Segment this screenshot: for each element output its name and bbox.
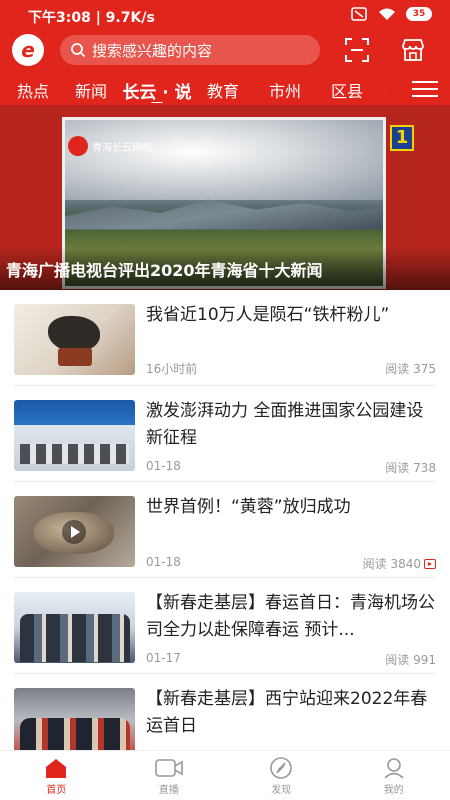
list-item[interactable]: 世界首例！“黄蓉”放归成功 01-18 阅读 3840 <box>14 482 436 578</box>
news-reads: 阅读 991 <box>385 653 436 667</box>
compass-icon <box>270 757 293 779</box>
top-bar: 下午3:08 | 9.7K/s 35 e 搜索感兴趣的内容 热点 新闻 长云 ·… <box>0 0 450 105</box>
news-headline: 【新春走基层】春运首日：青海机场公司全力以赴保障春运 预计... <box>146 593 435 640</box>
tab-education[interactable]: 教育 <box>192 72 254 102</box>
list-item[interactable]: 【新春走基层】春运首日：青海机场公司全力以赴保障春运 预计... 01-17 阅… <box>14 578 436 674</box>
news-thumbnail <box>14 688 135 759</box>
list-item[interactable]: 我省近10万人是陨石“铁杆粉儿” 16小时前 阅读 375 <box>14 290 436 386</box>
search-placeholder: 搜索感兴趣的内容 <box>92 41 213 60</box>
news-reads: 阅读 3840 <box>362 557 421 571</box>
nav-discover-label: 发现 <box>271 785 292 796</box>
tab-hot[interactable]: 热点 <box>6 72 60 102</box>
app-header: e 搜索感兴趣的内容 <box>0 30 450 70</box>
banner-brand: 青海长云网络 <box>68 135 188 157</box>
tab-city[interactable]: 市州 <box>254 72 316 102</box>
store-icon[interactable] <box>400 37 426 63</box>
video-icon <box>424 559 436 569</box>
news-time: 16小时前 <box>146 362 198 376</box>
search-icon <box>71 43 86 58</box>
nav-live-label: 直播 <box>158 785 179 796</box>
list-item[interactable]: 激发澎湃动力 全面推进国家公园建设新征程 01-18 阅读 738 <box>14 386 436 482</box>
brand-logo-icon <box>68 136 88 156</box>
bottom-nav: 首页 直播 发现 我的 <box>0 750 450 800</box>
news-headline: 【新春走基层】西宁站迎来2022年春运首日 <box>146 689 428 736</box>
nav-discover[interactable]: 发现 <box>225 751 338 800</box>
news-time: 01-18 <box>146 555 181 569</box>
banner-brand-label: 青海长云网络 <box>92 142 152 154</box>
news-thumbnail <box>14 400 135 471</box>
sim-icon <box>351 7 367 21</box>
home-icon <box>46 759 67 778</box>
news-thumbnail <box>14 592 135 663</box>
status-bar: 下午3:08 | 9.7K/s 35 <box>0 0 450 30</box>
news-headline: 我省近10万人是陨石“铁杆粉儿” <box>146 305 390 325</box>
app-logo[interactable]: e <box>12 34 44 66</box>
news-reads: 阅读 375 <box>385 362 436 376</box>
nav-home[interactable]: 首页 <box>0 751 113 800</box>
nav-live[interactable]: 直播 <box>113 751 226 800</box>
news-meta: 01-18 阅读 3840 <box>146 555 436 572</box>
news-time: 01-17 <box>146 651 181 665</box>
nav-profile[interactable]: 我的 <box>338 751 450 800</box>
battery-icon: 35 <box>406 7 432 21</box>
news-headline: 激发澎湃动力 全面推进国家公园建设新征程 <box>146 401 424 448</box>
news-list: 我省近10万人是陨石“铁杆粉儿” 16小时前 阅读 375 激发澎湃动力 全面推… <box>0 290 450 770</box>
profile-icon <box>384 758 404 779</box>
banner-title: 青海广播电视台评出2020年青海省十大新闻 <box>6 261 323 280</box>
news-thumbnail <box>14 304 135 375</box>
status-time: 下午3:08 | 9.7K/s <box>28 10 155 26</box>
news-reads-wrap: 阅读 3840 <box>363 555 436 572</box>
nav-profile-label: 我的 <box>383 785 404 796</box>
menu-icon[interactable] <box>400 72 450 105</box>
news-meta: 01-17 阅读 991 <box>146 651 436 667</box>
news-thumbnail <box>14 496 135 567</box>
search-input[interactable]: 搜索感兴趣的内容 <box>60 35 320 65</box>
channel-tabs: 热点 新闻 长云 · 说 教育 市州 区县 <box>0 72 450 105</box>
banner-carousel[interactable]: 青海长云网络 1 青海广播电视台评出2020年青海省十大新闻 <box>0 105 450 290</box>
news-meta: 01-18 阅读 738 <box>146 459 436 475</box>
play-icon <box>62 520 86 544</box>
video-camera-icon <box>154 759 183 777</box>
tab-county[interactable]: 区县 <box>316 72 378 102</box>
news-reads: 阅读 738 <box>385 461 436 475</box>
status-icons: 35 <box>350 7 432 21</box>
scan-icon[interactable] <box>344 37 370 63</box>
tab-news[interactable]: 新闻 <box>60 72 122 102</box>
news-time: 01-18 <box>146 459 181 473</box>
news-headline: 世界首例！“黄蓉”放归成功 <box>146 497 351 517</box>
tab-changyun-shuo[interactable]: 长云 · 说 <box>122 72 192 103</box>
nav-home-label: 首页 <box>46 785 67 796</box>
wifi-icon <box>379 8 395 20</box>
news-meta: 16小时前 阅读 375 <box>146 360 436 377</box>
banner-badge: 1 <box>390 125 414 151</box>
logo-glyph: e <box>21 38 35 62</box>
